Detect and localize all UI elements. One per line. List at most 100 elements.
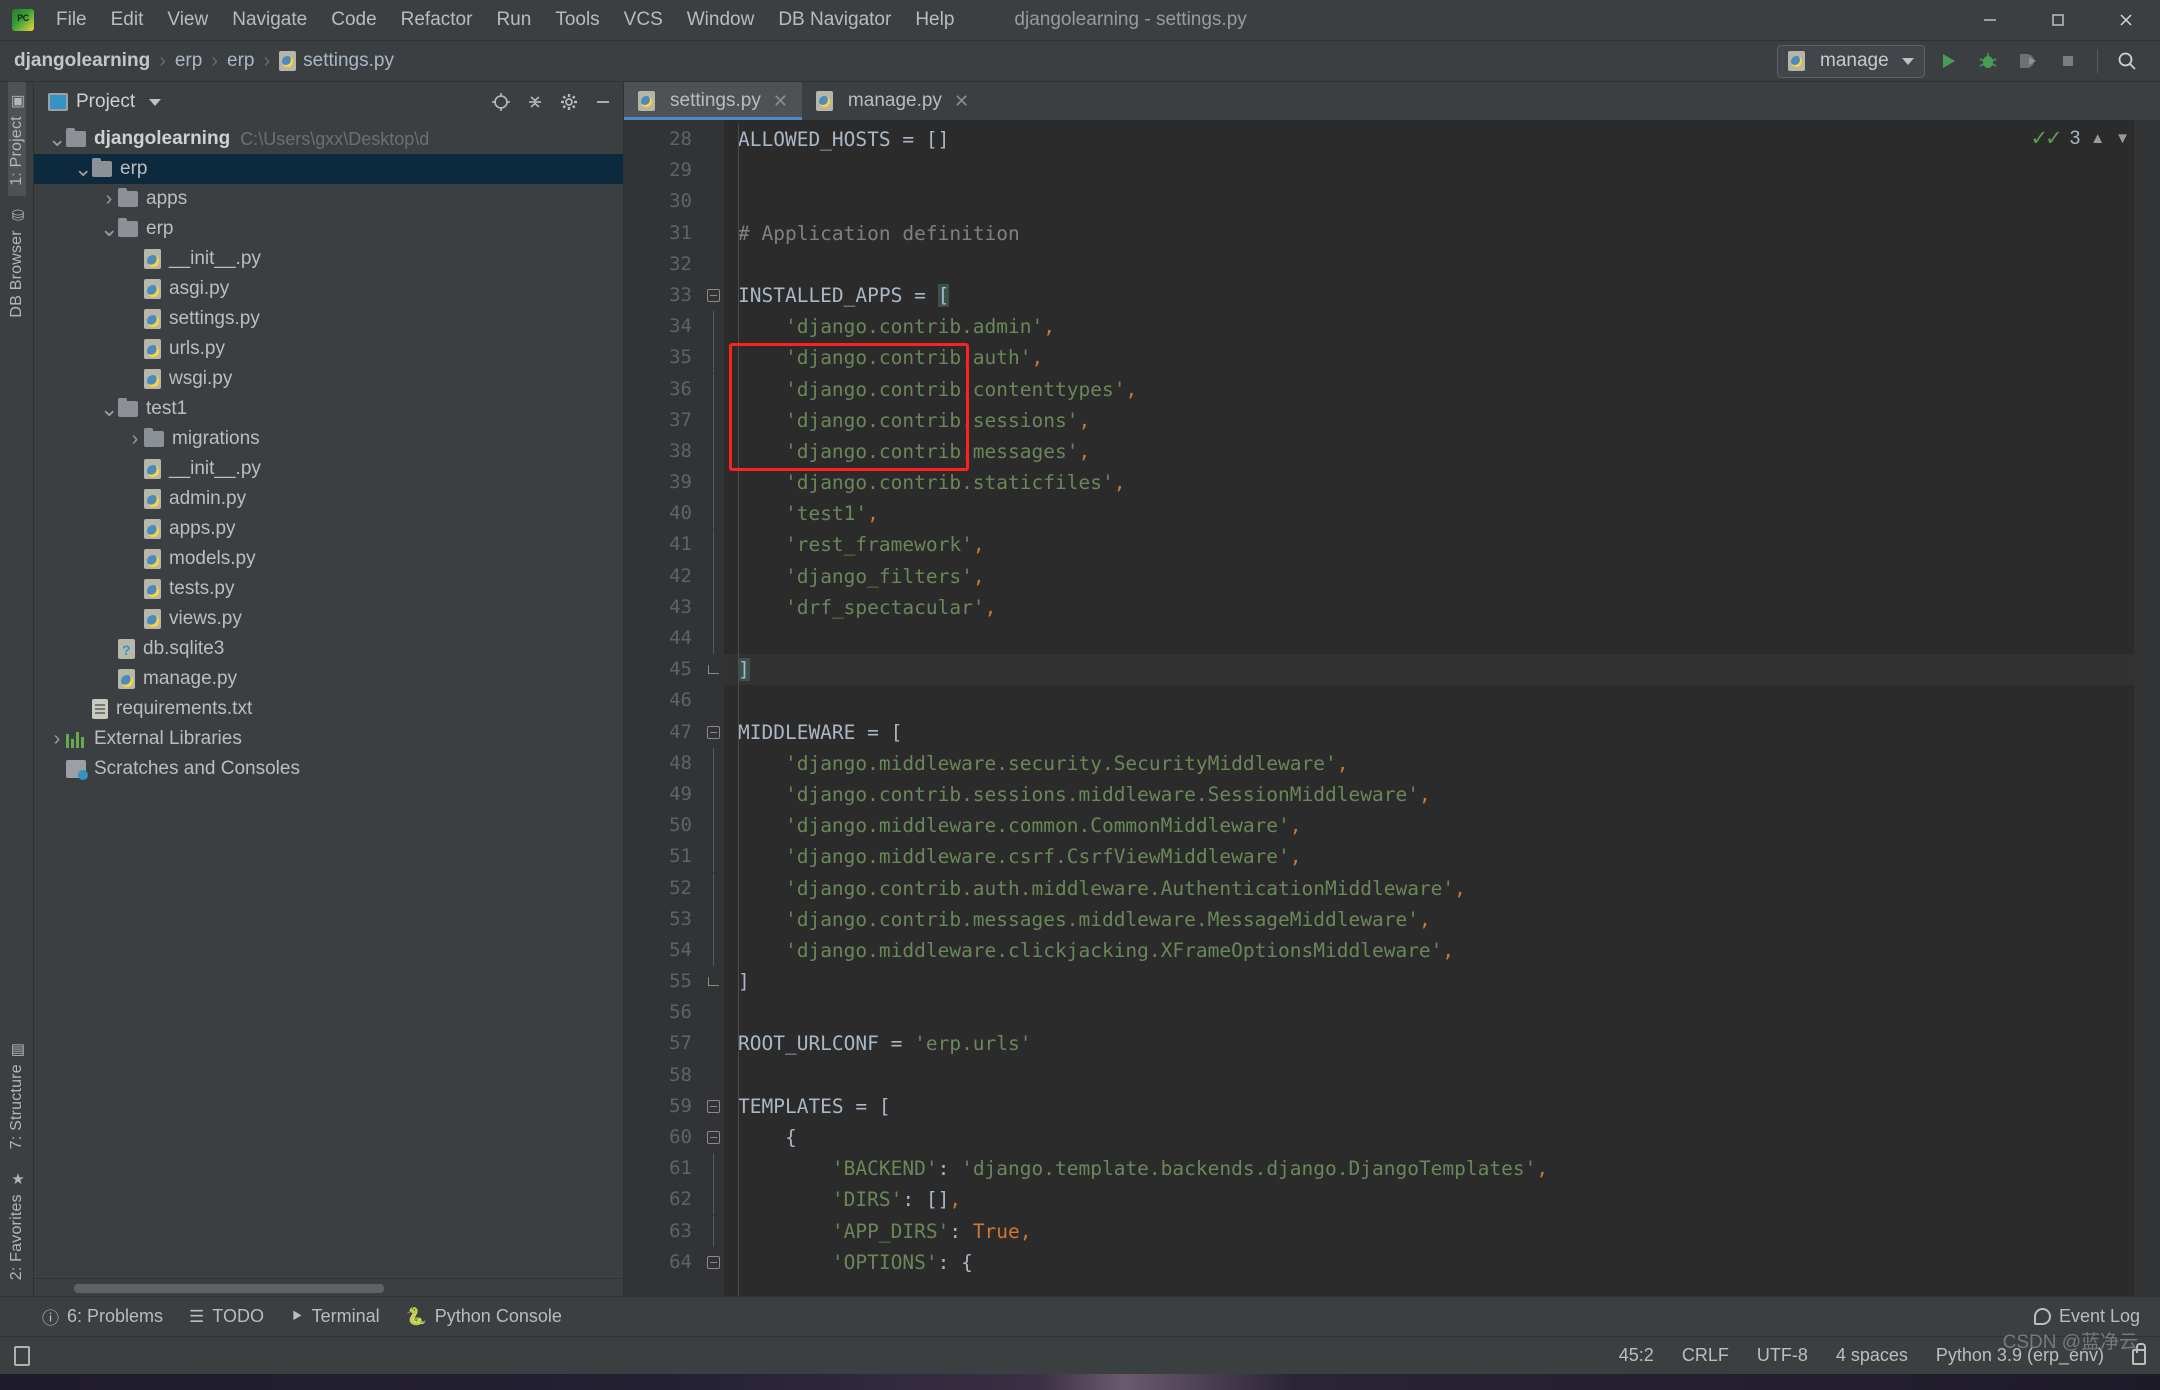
file-encoding[interactable]: UTF-8 (1757, 1345, 1808, 1366)
code-line[interactable]: 'django.contrib.auth.middleware.Authenti… (724, 873, 2160, 904)
line-number[interactable]: 61 (624, 1153, 702, 1184)
line-number[interactable]: 32 (624, 249, 702, 280)
code-line[interactable] (724, 685, 2160, 716)
tree-node-__init__-py[interactable]: __init__.py (34, 244, 623, 274)
tree-node-manage-py[interactable]: manage.py (34, 664, 623, 694)
line-number[interactable]: 62 (624, 1184, 702, 1215)
tree-node-views-py[interactable]: views.py (34, 604, 623, 634)
fold-collapse-icon[interactable] (706, 289, 720, 303)
line-number[interactable]: 58 (624, 1060, 702, 1091)
next-problem-icon[interactable]: ▼ (2115, 130, 2130, 147)
line-number[interactable]: 31 (624, 218, 702, 249)
code-line[interactable]: 'django.contrib.contenttypes', (724, 374, 2160, 405)
code-line[interactable]: 'django.middleware.csrf.CsrfViewMiddlewa… (724, 841, 2160, 872)
bottom-tool-terminal[interactable]: ⯈ Terminal (290, 1306, 380, 1327)
fold-marker[interactable] (702, 311, 724, 343)
fold-marker[interactable] (702, 966, 724, 997)
breadcrumb-item-djangolearning[interactable]: djangolearning (14, 50, 150, 72)
fold-collapse-icon[interactable] (706, 1099, 720, 1113)
search-everywhere-icon[interactable] (2110, 44, 2144, 78)
caret-position[interactable]: 45:2 (1619, 1345, 1654, 1366)
fold-marker[interactable] (702, 717, 724, 748)
fold-marker[interactable] (702, 779, 724, 811)
menu-file[interactable]: File (44, 5, 99, 35)
fold-marker[interactable] (702, 903, 724, 935)
fold-collapse-icon[interactable] (706, 1131, 720, 1145)
code-content[interactable]: ALLOWED_HOSTS = [] # Application definit… (724, 120, 2160, 1296)
fold-marker[interactable] (702, 747, 724, 779)
line-number[interactable]: 42 (624, 561, 702, 592)
menu-edit[interactable]: Edit (99, 5, 156, 35)
tree-node-__init__-py[interactable]: __init__.py (34, 454, 623, 484)
tree-node-admin-py[interactable]: admin.py (34, 484, 623, 514)
line-number[interactable]: 46 (624, 685, 702, 716)
line-number[interactable]: 28 (624, 124, 702, 155)
menu-db-navigator[interactable]: DB Navigator (766, 5, 903, 35)
chevron-down-icon[interactable]: ⌄ (74, 158, 92, 180)
code-line[interactable]: 'test1', (724, 498, 2160, 529)
line-number[interactable]: 64 (624, 1247, 702, 1278)
line-number[interactable]: 59 (624, 1091, 702, 1122)
run-configuration-selector[interactable]: manage (1777, 44, 1925, 78)
rail-db-browser[interactable]: DB Browser ⛁ (8, 196, 26, 328)
code-line[interactable]: # Application definition (724, 218, 2160, 249)
line-number[interactable]: 51 (624, 841, 702, 872)
code-line[interactable]: INSTALLED_APPS = [ (724, 280, 2160, 311)
code-line[interactable]: ] (724, 966, 2160, 997)
menu-refactor[interactable]: Refactor (389, 5, 485, 35)
code-line[interactable]: 'django.contrib.staticfiles', (724, 467, 2160, 498)
line-number[interactable]: 35 (624, 342, 702, 373)
editor-tab-settings-py[interactable]: settings.py ✕ (624, 82, 802, 120)
code-line[interactable]: 'rest_framework', (724, 529, 2160, 560)
hide-icon[interactable] (593, 92, 613, 112)
fold-marker[interactable] (702, 810, 724, 842)
menu-vcs[interactable]: VCS (612, 5, 675, 35)
code-line[interactable] (724, 249, 2160, 280)
tree-node-db-sqlite3[interactable]: db.sqlite3 (34, 634, 623, 664)
line-number[interactable]: 57 (624, 1028, 702, 1059)
menu-window[interactable]: Window (675, 5, 767, 35)
bottom-tool-python-console[interactable]: 🐍 Python Console (406, 1306, 562, 1327)
chevron-down-icon[interactable]: ⌄ (100, 398, 118, 420)
line-number[interactable]: 38 (624, 436, 702, 467)
code-line[interactable]: 'django.middleware.common.CommonMiddlewa… (724, 810, 2160, 841)
menu-code[interactable]: Code (319, 5, 388, 35)
rail-2-favorites[interactable]: 2: Favorites ★ (8, 1160, 26, 1290)
fold-marker[interactable] (702, 1247, 724, 1278)
chevron-down-icon[interactable]: ⌄ (48, 128, 66, 150)
indent-setting[interactable]: 4 spaces (1836, 1345, 1908, 1366)
fold-marker[interactable] (702, 404, 724, 436)
line-number[interactable]: 30 (624, 186, 702, 217)
tree-node-migrations[interactable]: › migrations (34, 424, 623, 454)
run-with-coverage-button[interactable] (2011, 44, 2045, 78)
collapse-all-icon[interactable] (525, 92, 545, 112)
fold-marker[interactable] (702, 435, 724, 467)
project-horizontal-scrollbar[interactable] (34, 1278, 623, 1296)
line-number[interactable]: 44 (624, 623, 702, 654)
python-interpreter[interactable]: Python 3.9 (erp_env) (1936, 1345, 2104, 1366)
code-line[interactable]: ALLOWED_HOSTS = [] (724, 124, 2160, 155)
line-number[interactable]: 34 (624, 311, 702, 342)
line-number[interactable]: 52 (624, 873, 702, 904)
line-number[interactable]: 39 (624, 467, 702, 498)
fold-end-icon[interactable] (707, 977, 719, 987)
line-number[interactable]: 36 (624, 374, 702, 405)
tree-node-requirements-txt[interactable]: requirements.txt (34, 694, 623, 724)
line-separator[interactable]: CRLF (1682, 1345, 1729, 1366)
line-number[interactable]: 29 (624, 155, 702, 186)
code-line[interactable]: 'APP_DIRS': True, (724, 1216, 2160, 1247)
tree-node-erp[interactable]: ⌄ erp (34, 154, 623, 184)
line-number[interactable]: 41 (624, 529, 702, 560)
line-number[interactable]: 43 (624, 592, 702, 623)
minimize-button[interactable] (1956, 0, 2024, 41)
fold-marker[interactable] (702, 841, 724, 873)
memory-indicator-icon[interactable] (14, 1345, 30, 1366)
tree-node-test1[interactable]: ⌄ test1 (34, 394, 623, 424)
line-number[interactable]: 33 (624, 280, 702, 311)
menu-view[interactable]: View (155, 5, 220, 35)
line-number[interactable]: 50 (624, 810, 702, 841)
run-button[interactable] (1931, 44, 1965, 78)
tree-node-wsgi-py[interactable]: wsgi.py (34, 364, 623, 394)
fold-marker[interactable] (702, 1091, 724, 1122)
line-number[interactable]: 55 (624, 966, 702, 997)
